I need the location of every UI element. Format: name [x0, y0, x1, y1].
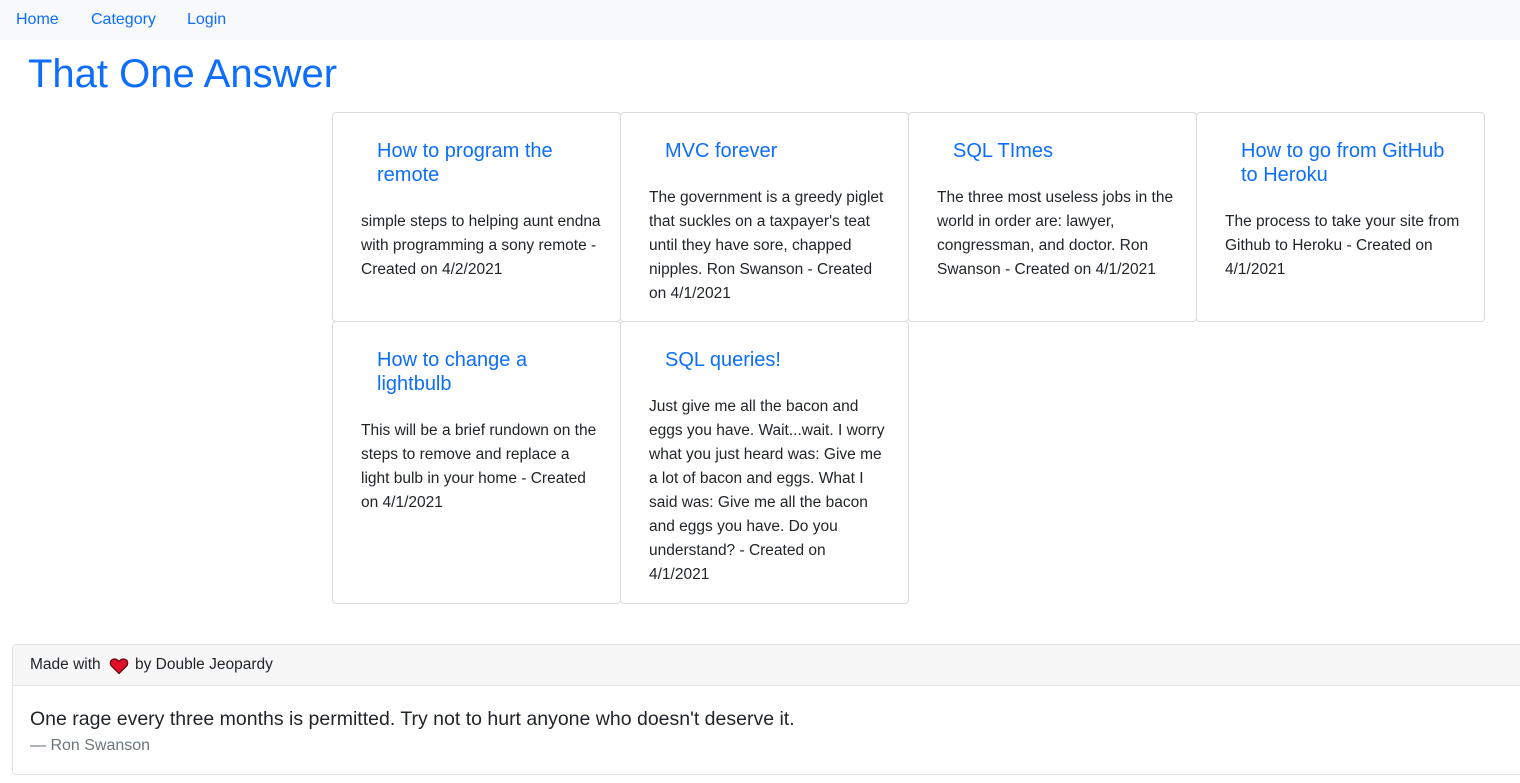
post-description: This will be a brief rundown on the step…	[361, 422, 597, 511]
post-title-link[interactable]: How to go from GitHub to Heroku	[1241, 139, 1461, 187]
post-card: SQL queries! Just give me all the bacon …	[620, 321, 909, 604]
footer-header: Made with by Double Jeopardy	[13, 645, 1520, 686]
post-card: How to go from GitHub to Heroku The proc…	[1196, 112, 1485, 322]
post-description: The government is a greedy piglet that s…	[649, 189, 884, 302]
post-card: SQL TImes The three most useless jobs in…	[908, 112, 1197, 322]
nav-category-link[interactable]: Category	[91, 11, 156, 29]
nav-login-link[interactable]: Login	[187, 11, 226, 29]
made-with-text: Made with	[30, 656, 101, 673]
quote-text: One rage every three months is permitted…	[30, 708, 795, 730]
post-card: How to change a lightbulb This will be a…	[332, 321, 621, 604]
author-credit: by Double Jeopardy	[135, 656, 273, 673]
post-description: The process to take your site from Githu…	[1225, 213, 1460, 278]
post-title-link[interactable]: MVC forever	[665, 139, 885, 163]
post-title-link[interactable]: How to change a lightbulb	[377, 348, 597, 396]
footer-card: Made with by Double Jeopardy One rage ev…	[12, 644, 1520, 775]
post-description: Just give me all the bacon and eggs you …	[649, 398, 885, 583]
heart-icon	[109, 658, 129, 675]
quote-author: — Ron Swanson	[30, 737, 151, 754]
post-description: simple steps to helping aunt endna with …	[361, 213, 601, 278]
post-title-link[interactable]: SQL queries!	[665, 348, 885, 372]
post-card: How to program the remote simple steps t…	[332, 112, 621, 322]
post-title-link[interactable]: How to program the remote	[377, 139, 597, 187]
post-card: MVC forever The government is a greedy p…	[620, 112, 909, 322]
post-description: The three most useless jobs in the world…	[937, 189, 1174, 278]
post-title-link[interactable]: SQL TImes	[953, 139, 1173, 163]
nav-home-link[interactable]: Home	[16, 11, 59, 29]
site-title: That One Answer	[28, 52, 338, 96]
navbar: Home Category Login	[0, 0, 1520, 40]
